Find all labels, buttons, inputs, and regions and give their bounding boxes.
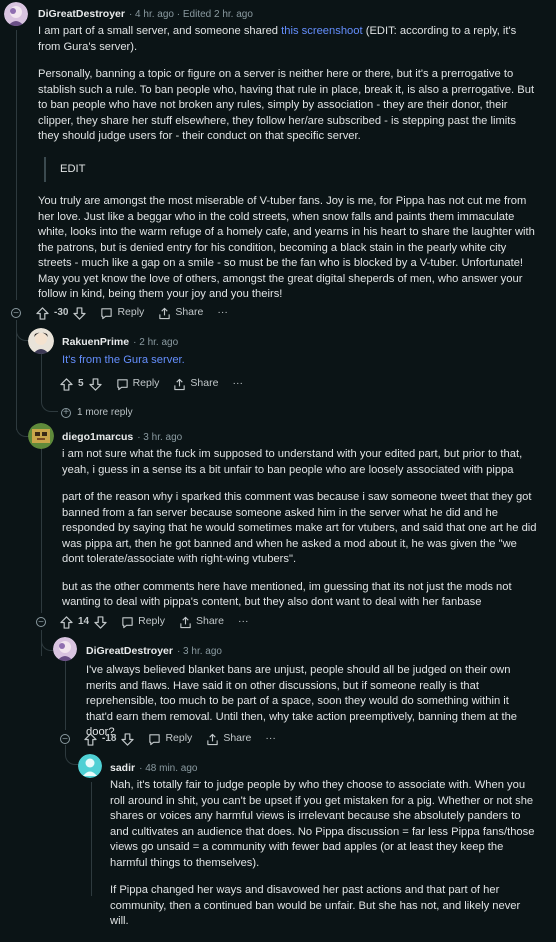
comment-actions: -30 Reply Share ··· [36, 304, 242, 322]
comment-text: I am part of a small server, and someone… [38, 25, 282, 37]
more-options-button[interactable]: ··· [232, 376, 243, 392]
share-button[interactable]: Share [158, 305, 203, 321]
share-button[interactable]: Share [206, 731, 251, 747]
vote-control: -30 [36, 305, 87, 321]
vote-score: 5 [78, 378, 84, 390]
plus-circle-icon: + [61, 407, 71, 418]
comment-actions: 5 Reply Share ··· [60, 375, 257, 393]
vote-control: 5 [60, 376, 102, 392]
reply-label: Reply [132, 377, 160, 390]
reply-button[interactable]: Reply [148, 731, 192, 747]
collapse-icon[interactable]: − [36, 617, 46, 628]
share-label: Share [195, 615, 225, 628]
share-label: Share [223, 732, 252, 745]
collapse-icon[interactable]: − [11, 308, 21, 319]
speech-bubble-icon [100, 307, 113, 320]
vote-score: 14 [78, 616, 90, 628]
comment-body: I am part of a small server, and someone… [38, 24, 536, 315]
comment-body: i am not sure what the fuck im supposed … [62, 447, 538, 623]
avatar[interactable] [28, 423, 54, 449]
arrow-up-icon[interactable] [60, 615, 73, 629]
comment-meta: · 4 hr. ago · Edited 2 hr. ago [128, 9, 253, 20]
more-replies-link[interactable]: + 1 more reply [61, 405, 133, 421]
avatar[interactable] [78, 754, 102, 778]
comment-text: It's from the Gura server. [62, 354, 185, 366]
thread-line-c3 [41, 448, 42, 613]
more-options-icon: ··· [217, 306, 228, 319]
more-options-icon: ··· [265, 732, 276, 745]
comment-paragraph: part of the reason why i sparked this co… [62, 491, 537, 565]
comment-author[interactable]: diego1marcus [62, 430, 133, 446]
more-options-icon: ··· [238, 615, 249, 628]
blockquote: EDIT [44, 156, 536, 182]
share-icon [206, 733, 219, 746]
share-icon [179, 616, 192, 629]
arrow-up-icon[interactable] [36, 306, 49, 320]
speech-bubble-icon [116, 378, 129, 391]
comment-body: Nah, it's totally fair to judge people b… [110, 778, 538, 942]
more-options-icon: ··· [232, 377, 243, 390]
share-button[interactable]: Share [179, 614, 224, 630]
comment-paragraph: You truly are amongst the most miserable… [38, 195, 535, 300]
thread-curve-more [41, 397, 58, 412]
arrow-down-icon[interactable] [121, 732, 135, 746]
comment-author[interactable]: DiGreatDestroyer [86, 644, 173, 660]
thread-line-c2 [41, 354, 42, 402]
thread-line-c4 [65, 660, 66, 730]
share-icon [173, 378, 186, 391]
thread-line-c1 [16, 30, 17, 300]
arrow-down-icon[interactable] [94, 615, 107, 629]
collapse-icon[interactable]: − [60, 734, 70, 745]
comment-paragraph: Personally, banning a topic or figure on… [38, 68, 535, 142]
reply-button[interactable]: Reply [116, 376, 160, 392]
comment-author[interactable]: RakuenPrime [62, 335, 129, 351]
vote-control: 14 [60, 614, 107, 630]
vote-control: -18 [84, 731, 135, 747]
comment-paragraph: I've always believed blanket bans are un… [86, 664, 518, 738]
reply-label: Reply [138, 615, 165, 628]
screenshot-link[interactable]: this screenshoot [281, 25, 362, 37]
more-options-button[interactable]: ··· [265, 731, 276, 747]
comment-meta: · 2 hr. ago [133, 337, 179, 348]
comment-author[interactable]: sadir [110, 761, 135, 777]
vote-score: -30 [54, 307, 69, 319]
avatar[interactable] [4, 2, 28, 26]
share-label: Share [175, 306, 204, 319]
arrow-up-icon[interactable] [60, 377, 73, 391]
speech-bubble-icon [121, 616, 134, 629]
comment-meta: · 3 hr. ago [137, 432, 183, 443]
reply-label: Reply [117, 306, 145, 319]
comment-paragraph: Nah, it's totally fair to judge people b… [110, 779, 535, 869]
comment-author[interactable]: DiGreatDestroyer [38, 7, 125, 23]
arrow-down-icon[interactable] [73, 306, 87, 320]
more-options-button[interactable]: ··· [217, 305, 228, 321]
share-label: Share [190, 377, 219, 390]
reply-button[interactable]: Reply [100, 305, 144, 321]
comment-actions: -18 Reply Share ··· [84, 730, 290, 748]
comment-meta: · 3 hr. ago [176, 646, 222, 657]
more-replies-label: 1 more reply [77, 407, 133, 418]
comment-meta: · 48 min. ago [139, 763, 198, 774]
avatar[interactable] [53, 637, 77, 661]
comment-paragraph: i am not sure what the fuck im supposed … [62, 448, 523, 476]
comment-paragraph: but as the other comments here have ment… [62, 580, 512, 609]
reply-button[interactable]: Reply [121, 614, 165, 630]
arrow-down-icon[interactable] [88, 377, 102, 391]
share-button[interactable]: Share [173, 376, 218, 392]
reply-label: Reply [165, 732, 193, 745]
speech-bubble-icon [148, 733, 161, 746]
vote-score: -18 [102, 733, 117, 745]
share-icon [158, 307, 171, 320]
comment-actions: 14 Reply Share ··· [60, 613, 263, 631]
comment-paragraph: If Pippa changed her ways and disavowed … [110, 884, 521, 927]
avatar[interactable] [28, 328, 54, 354]
quote-text: EDIT [60, 162, 86, 175]
thread-line-c5 [91, 782, 92, 896]
more-options-button[interactable]: ··· [238, 614, 249, 630]
arrow-up-icon[interactable] [84, 732, 97, 746]
